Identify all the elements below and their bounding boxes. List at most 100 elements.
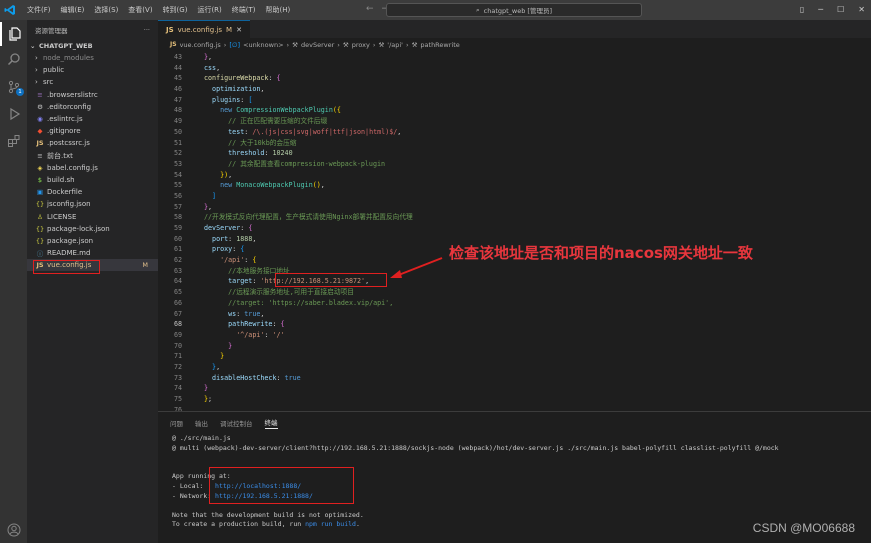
tree-item-postcssrc[interactable]: JS .postcssrc.js bbox=[27, 137, 158, 149]
tree-item-dockerfile[interactable]: ▣ Dockerfile bbox=[27, 186, 158, 198]
code-line: // 其余配置查看compression-webpack-plugin bbox=[204, 159, 386, 168]
account-icon[interactable] bbox=[0, 518, 27, 542]
code-line: proxy: { bbox=[204, 245, 245, 254]
tab-problems[interactable]: 问题 bbox=[170, 418, 183, 428]
menu-run[interactable]: 运行(R) bbox=[192, 0, 226, 20]
tree-item-label: .gitignore bbox=[47, 127, 81, 136]
tree-item-public[interactable]: › public bbox=[27, 64, 158, 76]
tab-terminal[interactable]: 终端 bbox=[264, 417, 278, 429]
source-control-icon[interactable]: 1 bbox=[0, 75, 27, 99]
project-root[interactable]: ⌄ CHATGPT_WEB bbox=[27, 40, 158, 52]
highlight-box-target bbox=[275, 273, 387, 287]
wrench-icon: ⚒ bbox=[342, 40, 349, 49]
line-number: 57 bbox=[173, 202, 182, 211]
tree-item-label: .eslintrc.js bbox=[47, 115, 83, 124]
code-line: plugins: [ bbox=[204, 95, 253, 104]
tree-item-label: .postcssrc.js bbox=[47, 139, 90, 148]
brackets-icon: [∅] bbox=[229, 40, 241, 49]
breadcrumb-api[interactable]: '/api' bbox=[387, 41, 403, 49]
layout-icon[interactable]: ▯ bbox=[800, 0, 804, 20]
breadcrumb-file[interactable]: vue.config.js bbox=[180, 41, 221, 49]
bottom-panel: 问题 输出 调试控制台 终端 @ ./src/main.js @ multi (… bbox=[158, 411, 871, 543]
back-arrow-icon[interactable]: ← bbox=[366, 4, 374, 14]
line-number: 74 bbox=[173, 384, 182, 393]
breadcrumb-separator-icon: › bbox=[223, 40, 227, 49]
run-debug-icon[interactable] bbox=[0, 102, 27, 126]
breadcrumb-proxy[interactable]: proxy bbox=[352, 41, 370, 49]
tab-output[interactable]: 输出 bbox=[195, 418, 208, 428]
explorer-sidebar: 资源管理器 ··· ⌄ CHATGPT_WEB › node_modules › p… bbox=[27, 20, 158, 543]
line-number: 51 bbox=[173, 138, 182, 147]
tree-item-label: node_modules bbox=[43, 54, 94, 63]
babel-icon: ◈ bbox=[37, 163, 43, 172]
vscode-logo-icon bbox=[0, 0, 20, 20]
tab-debug-console[interactable]: 调试控制台 bbox=[220, 418, 253, 428]
js-file-icon: JS bbox=[170, 41, 177, 48]
tree-item-label: LICENSE bbox=[47, 212, 77, 221]
breadcrumb-unknown[interactable]: <unknown> bbox=[243, 41, 283, 49]
scm-badge: 1 bbox=[16, 88, 24, 96]
tab-label: vue.config.js bbox=[177, 25, 223, 34]
menu-view[interactable]: 查看(V) bbox=[123, 0, 157, 20]
tree-item-readme[interactable]: ⓘ README.md bbox=[27, 247, 158, 259]
code-line: }, bbox=[204, 202, 213, 211]
menu-help[interactable]: 帮助(H) bbox=[261, 0, 296, 20]
title-bar: 文件(F) 编辑(E) 选择(S) 查看(V) 转到(G) 运行(R) 终端(T… bbox=[0, 0, 871, 20]
menu-selection[interactable]: 选择(S) bbox=[89, 0, 123, 20]
code-view[interactable]: 43}, 44 css, 45 configureWebpack: { 46 opt… bbox=[158, 52, 871, 415]
explorer-icon[interactable] bbox=[0, 22, 27, 46]
tree-item-license[interactable]: ♙ LICENSE bbox=[27, 210, 158, 222]
search-icon[interactable] bbox=[0, 47, 27, 71]
extensions-icon[interactable] bbox=[0, 129, 27, 153]
tree-item-jsconfig[interactable]: {} jsconfig.json bbox=[27, 198, 158, 210]
code-line: '^/api': '/' bbox=[204, 330, 285, 339]
terminal-line: @ ./src/main.js bbox=[172, 434, 231, 442]
close-icon[interactable]: ✕ bbox=[858, 0, 865, 20]
build-command: npm run build bbox=[305, 520, 356, 529]
tree-item-label: package.json bbox=[47, 236, 94, 245]
tree-item-gitignore[interactable]: ◆ .gitignore bbox=[27, 125, 158, 137]
menu-file[interactable]: 文件(F) bbox=[22, 0, 56, 20]
annotation-arrow-icon bbox=[390, 257, 443, 278]
tab-vue-config[interactable]: JS vue.config.js M ✕ bbox=[158, 20, 250, 38]
minimize-icon[interactable]: ─ bbox=[818, 0, 823, 20]
breadcrumb-pathrewrite[interactable]: pathRewrite bbox=[420, 41, 459, 49]
breadcrumb-separator-icon: › bbox=[372, 40, 376, 49]
code-line: css, bbox=[204, 63, 221, 72]
chevron-down-icon: ⌄ bbox=[30, 42, 36, 50]
code-line: // 正在匹配需要压缩的文件后缀 bbox=[204, 117, 328, 126]
command-center-search[interactable]: ⌕ chatgpt_web [管理员] bbox=[386, 3, 642, 17]
chevron-right-icon: › bbox=[35, 78, 38, 87]
tree-item-editorconfig[interactable]: ⚙ .editorconfig bbox=[27, 101, 158, 113]
tree-item-src[interactable]: › src bbox=[27, 76, 158, 88]
menu-go[interactable]: 转到(G) bbox=[158, 0, 193, 20]
tree-item-label: build.sh bbox=[47, 175, 75, 184]
terminal-note: Note that the development build is not o… bbox=[172, 510, 364, 519]
line-number: 58 bbox=[173, 213, 182, 222]
menu-edit[interactable]: 编辑(E) bbox=[56, 0, 90, 20]
tree-item-label: Dockerfile bbox=[47, 188, 83, 197]
tree-item-eslintrc[interactable]: ◉ .eslintrc.js bbox=[27, 113, 158, 125]
breadcrumb-devserver[interactable]: devServer bbox=[301, 41, 334, 49]
tree-item-package-json[interactable]: {} package.json bbox=[27, 235, 158, 247]
editor-area: JS vue.config.js M ✕ JS vue.config.js › … bbox=[158, 20, 871, 414]
code-line: devServer: { bbox=[204, 224, 253, 232]
window-controls: ▯ ─ ☐ ✕ bbox=[800, 0, 865, 20]
more-actions-icon[interactable]: ··· bbox=[144, 26, 150, 34]
code-line: ] bbox=[204, 191, 217, 200]
line-number: 62 bbox=[173, 256, 182, 265]
maximize-icon[interactable]: ☐ bbox=[837, 0, 844, 20]
line-number: 72 bbox=[173, 362, 182, 371]
tree-item-babel-config[interactable]: ◈ babel.config.js bbox=[27, 162, 158, 174]
line-number: 50 bbox=[173, 127, 182, 136]
terminal-blank bbox=[172, 453, 871, 463]
tab-close-icon[interactable]: ✕ bbox=[236, 26, 242, 34]
code-line: // 大于10kb的会压缩 bbox=[204, 138, 297, 147]
tree-item-build-sh[interactable]: $ build.sh bbox=[27, 174, 158, 186]
tree-item-node-modules[interactable]: › node_modules bbox=[27, 52, 158, 64]
line-number: 47 bbox=[173, 95, 182, 104]
tree-item-frontend-txt[interactable]: ≡ 前台.txt bbox=[27, 150, 158, 162]
tree-item-browserslistrc[interactable]: ≡ .browserslistrc bbox=[27, 89, 158, 101]
menu-terminal[interactable]: 终端(T) bbox=[227, 0, 261, 20]
tree-item-package-lock[interactable]: {} package-lock.json bbox=[27, 223, 158, 235]
